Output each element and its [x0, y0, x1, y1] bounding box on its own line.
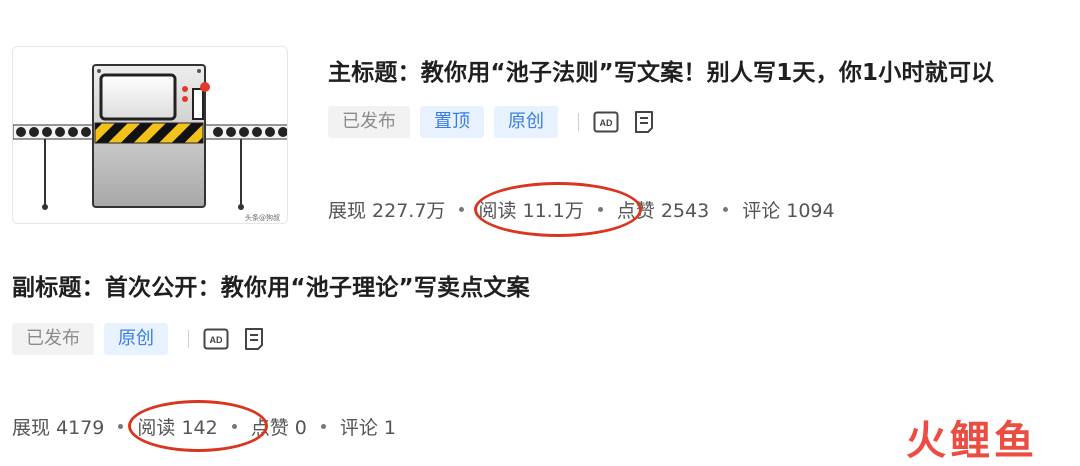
- divider: [188, 330, 189, 348]
- divider: [578, 113, 579, 131]
- impressions-count: 展现 4179: [12, 417, 105, 439]
- stat-separator: [723, 207, 729, 212]
- thumbnail-watermark: 头条@狗叔: [245, 214, 280, 222]
- svg-text:AD: AD: [600, 118, 613, 128]
- article-title-main[interactable]: 主标题：教你用“池子法则”写文案！别人写1天，你1小时就可以: [328, 53, 994, 87]
- stat-separator: [459, 207, 465, 212]
- pinned-badge: 置顶: [420, 106, 484, 138]
- stat-separator: [118, 424, 124, 429]
- brand-watermark: 火鲤鱼: [906, 418, 1038, 464]
- ad-icon[interactable]: AD: [593, 111, 619, 133]
- article-tags-sub: 已发布 原创 AD: [12, 323, 279, 355]
- stat-separator: [320, 424, 326, 429]
- reads-highlight-circle: [128, 400, 268, 452]
- article-title-sub[interactable]: 副标题：首次公开：教你用“池子理论”写卖点文案: [12, 268, 530, 302]
- status-badge-published: 已发布: [328, 106, 410, 138]
- impressions-count: 展现 227.7万: [328, 200, 446, 222]
- reads-highlight-circle: [474, 182, 642, 237]
- comments-count[interactable]: 评论 1094: [742, 196, 834, 223]
- original-badge: 原创: [494, 106, 558, 138]
- document-list-icon[interactable]: [633, 110, 655, 134]
- article-thumbnail[interactable]: 头条@狗叔: [12, 46, 288, 224]
- document-list-icon[interactable]: [243, 327, 265, 351]
- machine-illustration: [13, 64, 287, 210]
- comments-count[interactable]: 评论 1: [340, 413, 396, 440]
- article-tags-main: 已发布 置顶 原创 AD: [328, 106, 669, 138]
- ad-icon[interactable]: AD: [203, 328, 229, 350]
- original-badge: 原创: [104, 323, 168, 355]
- status-badge-published: 已发布: [12, 323, 94, 355]
- svg-text:AD: AD: [210, 335, 223, 345]
